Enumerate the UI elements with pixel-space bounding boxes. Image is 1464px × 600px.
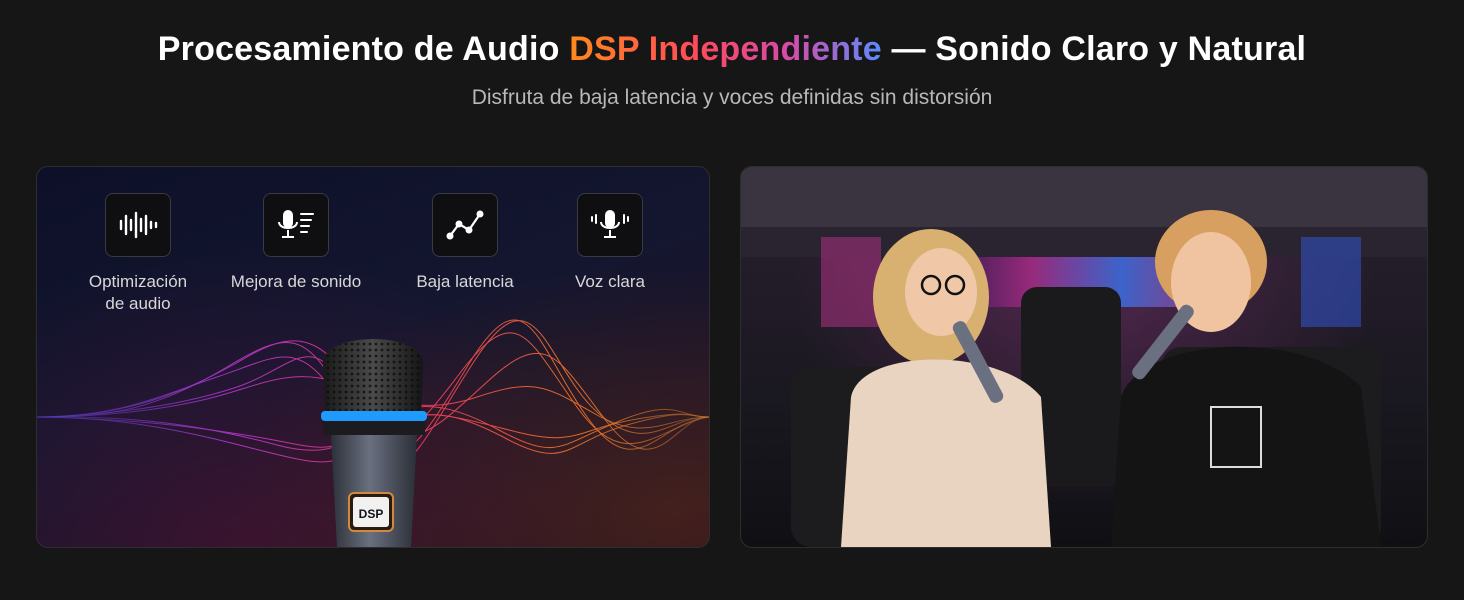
dsp-badge-label: DSP — [359, 507, 384, 521]
dsp-features-panel: Optimización de audio Mejora de sonido B… — [36, 166, 710, 548]
feature-label: Voz clara — [575, 272, 645, 291]
line-graph-icon — [446, 210, 484, 240]
car-interior-scene — [741, 167, 1427, 547]
page-title: Procesamiento de Audio DSP Independiente… — [0, 30, 1464, 69]
mic-levels-icon — [278, 210, 314, 238]
feature-clear-voice: Voz clara — [525, 193, 695, 293]
feature-icon-box — [577, 193, 643, 257]
title-suffix: — Sonido Claro y Natural — [881, 30, 1307, 68]
feature-icon-box — [263, 193, 329, 257]
waveform-icon — [119, 211, 158, 239]
feature-sound-enhancement: Mejora de sonido — [211, 193, 381, 293]
car-karaoke-photo — [740, 166, 1428, 548]
feature-audio-optimization: Optimización de audio — [53, 193, 223, 315]
feature-icon-box — [105, 193, 171, 257]
feature-icon-box — [432, 193, 498, 257]
feature-label: Mejora de sonido — [230, 272, 362, 291]
microphone-illustration: DSP — [321, 339, 427, 547]
title-highlight: DSP Independiente — [569, 30, 882, 68]
title-prefix: Procesamiento de Audio — [157, 30, 570, 68]
feature-label: Optimización de audio — [88, 272, 188, 313]
mic-voice-icon — [591, 210, 629, 238]
page-subtitle: Disfruta de baja latencia y voces defini… — [471, 86, 993, 109]
